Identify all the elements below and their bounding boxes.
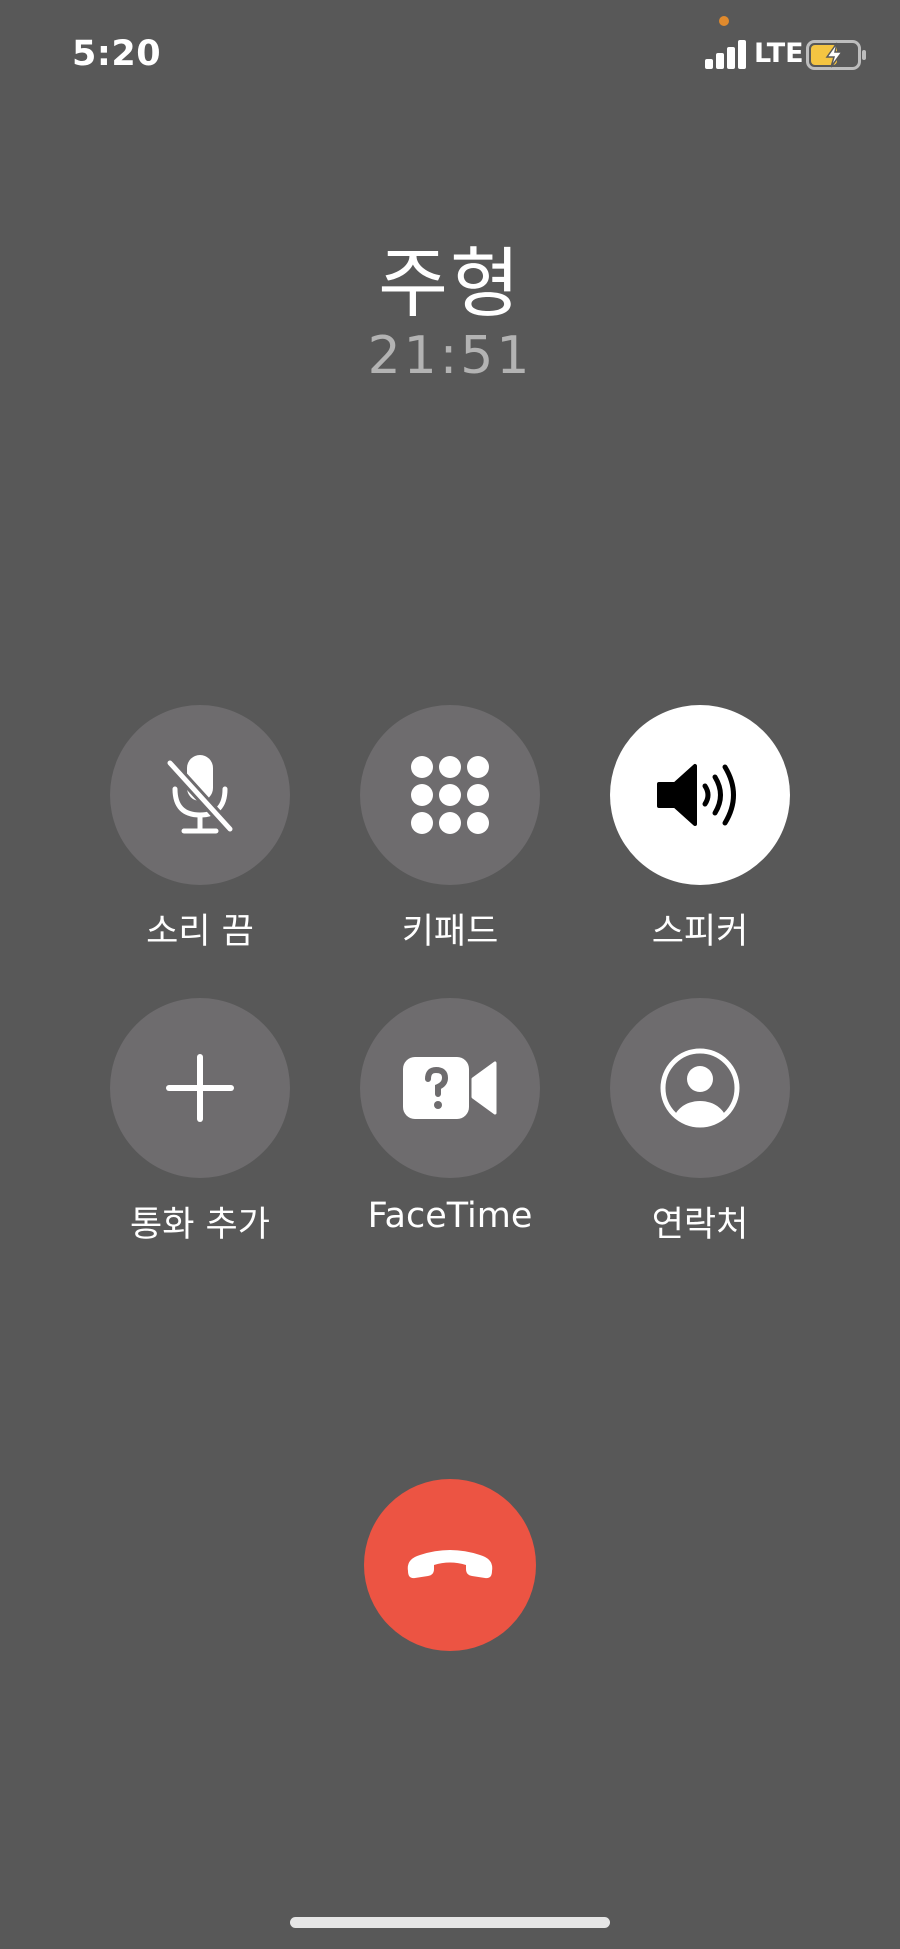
cellular-signal-icon [705,40,746,69]
home-indicator[interactable] [290,1917,610,1928]
call-duration: 21:51 [367,326,533,386]
keypad-button[interactable]: 키패드 [360,705,540,954]
caller-name: 주형 [378,239,522,328]
speaker-button-circle[interactable] [610,705,790,885]
contact-icon [660,1048,740,1128]
add-call-button[interactable]: 통화 추가 [110,998,290,1247]
mute-button[interactable]: 소리 끔 [110,705,290,954]
privacy-indicator-dot [719,16,729,26]
facetime-button-circle[interactable] [360,998,540,1178]
plus-icon [166,1054,234,1122]
mute-button-circle[interactable] [110,705,290,885]
mic-mute-icon [164,755,236,835]
facetime-button[interactable]: FaceTime [360,998,540,1236]
add-call-label: 통화 추가 [130,1205,270,1245]
status-time: 5:20 [72,34,162,74]
keypad-icon [411,756,489,834]
add-call-button-circle[interactable] [110,998,290,1178]
mute-label: 소리 끔 [146,912,254,952]
status-bar: 5:20 LTE [0,0,900,110]
speaker-button[interactable]: 스피커 [610,705,790,954]
contacts-label: 연락처 [651,1205,749,1245]
keypad-label: 키패드 [401,912,499,952]
speaker-icon [657,764,736,826]
speaker-label: 스피커 [651,912,749,952]
end-call-icon [407,1550,493,1579]
facetime-icon [403,1057,497,1119]
facetime-label: FaceTime [367,1196,533,1236]
contacts-button-circle[interactable] [610,998,790,1178]
network-type-label: LTE [754,38,804,69]
keypad-button-circle[interactable] [360,705,540,885]
battery-charging-icon [806,40,866,70]
end-call-button[interactable] [364,1479,536,1651]
contacts-button[interactable]: 연락처 [610,998,790,1247]
